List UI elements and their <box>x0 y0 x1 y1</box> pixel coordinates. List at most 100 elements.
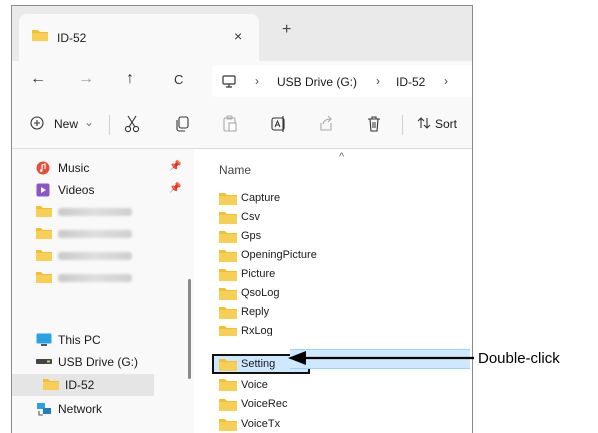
sidebar-item-videos[interactable]: Videos 📌 <box>12 179 194 201</box>
file-row-voicerec[interactable]: VoiceRec <box>217 395 447 414</box>
breadcrumb-separator: › <box>376 74 380 88</box>
column-header-name[interactable]: Name <box>219 163 251 177</box>
sidebar-item-blurred[interactable] <box>12 245 194 267</box>
sidebar-item-network[interactable]: Network <box>12 398 194 420</box>
divider <box>109 115 110 135</box>
redacted-label <box>58 252 132 260</box>
divider <box>402 115 403 135</box>
plus-circle-icon <box>30 116 44 130</box>
folder-icon <box>36 205 52 217</box>
music-icon <box>36 161 50 175</box>
folder-icon <box>219 211 237 224</box>
back-button[interactable]: ← <box>30 71 46 87</box>
tab-strip: ID-52 × + <box>12 6 472 61</box>
folder-icon <box>219 230 237 243</box>
file-name: VoiceRec <box>241 398 288 410</box>
callout-arrow-icon <box>286 350 476 366</box>
breadcrumb-usb-drive[interactable]: USB Drive (G:) <box>277 75 357 89</box>
share-icon[interactable] <box>318 115 334 133</box>
folder-icon <box>219 398 237 411</box>
forward-button[interactable]: → <box>78 71 94 87</box>
double-click-annotation: Double-click <box>478 350 560 367</box>
file-name: OpeningPicture <box>241 249 317 261</box>
sidebar-item-usb-drive[interactable]: USB Drive (G:) <box>12 351 194 373</box>
folder-icon <box>31 28 49 42</box>
file-row-voice[interactable]: Voice <box>217 378 447 394</box>
drive-icon <box>36 359 52 365</box>
rename-icon[interactable] <box>270 115 288 133</box>
folder-icon <box>219 378 237 391</box>
new-tab-button[interactable]: + <box>282 22 291 38</box>
sort-button[interactable]: Sort <box>435 117 457 131</box>
close-icon[interactable]: × <box>234 28 242 44</box>
sidebar-item-blurred[interactable] <box>12 267 194 289</box>
folder-icon <box>219 287 237 300</box>
cut-icon[interactable] <box>124 115 140 133</box>
redacted-label <box>58 274 132 282</box>
file-row-capture[interactable]: Capture <box>217 189 447 208</box>
pc-icon <box>36 333 52 347</box>
folder-icon <box>36 249 52 261</box>
up-button[interactable]: ↑ <box>126 71 134 87</box>
sidebar-item-this-pc[interactable]: This PC <box>12 329 194 351</box>
file-list: ^ Name Capture Csv Gps OpeningPicture Pi… <box>195 149 472 433</box>
file-name: Gps <box>241 230 262 242</box>
address-bar[interactable]: › USB Drive (G:) › ID-52 › <box>212 65 472 97</box>
navigation-pane: Music 📌 Videos 📌 This PC USB Drive (G:) … <box>12 149 194 433</box>
breadcrumb-id-52[interactable]: ID-52 <box>396 75 425 89</box>
file-row-reply[interactable]: Reply <box>217 303 447 322</box>
tab-id-52[interactable]: ID-52 × <box>19 14 259 61</box>
file-name: Capture <box>241 192 281 204</box>
file-name: Setting <box>241 358 276 370</box>
folder-icon <box>219 268 237 281</box>
file-name: RxLog <box>241 325 273 336</box>
sidebar-item-label: ID-52 <box>65 378 95 392</box>
file-row-csv[interactable]: Csv <box>217 208 447 227</box>
folder-icon <box>219 358 237 371</box>
redacted-label <box>58 230 132 238</box>
sidebar-item-blurred[interactable] <box>12 201 194 223</box>
sidebar-item-blurred[interactable] <box>12 223 194 245</box>
paste-icon[interactable] <box>222 115 238 133</box>
new-button[interactable]: New <box>54 117 78 131</box>
file-name: Csv <box>241 211 260 223</box>
file-row-voicetx[interactable]: VoiceTx <box>217 415 447 433</box>
sort-icon <box>417 116 431 130</box>
sidebar-item-label: Videos <box>58 183 95 197</box>
navigation-bar: ← → ↑ C › USB Drive (G:) › ID-52 › <box>12 61 472 103</box>
folder-icon <box>36 271 52 283</box>
sidebar-item-label: Music <box>58 161 90 175</box>
file-row-qsolog[interactable]: QsoLog <box>217 284 447 303</box>
network-icon <box>36 402 52 416</box>
sidebar-item-label: This PC <box>58 333 101 347</box>
sidebar-item-music[interactable]: Music 📌 <box>12 157 194 179</box>
file-name: QsoLog <box>241 287 280 299</box>
sort-ascending-icon: ^ <box>339 151 345 163</box>
file-row-gps[interactable]: Gps <box>217 227 447 246</box>
command-bar: New ⌄ Sort <box>12 103 472 149</box>
pin-icon[interactable]: 📌 <box>169 183 181 194</box>
refresh-button[interactable]: C <box>174 72 183 88</box>
file-name: Picture <box>241 268 276 280</box>
folder-icon <box>43 378 59 390</box>
folder-icon <box>219 325 237 336</box>
videos-icon <box>36 183 50 197</box>
file-row-openingpicture[interactable]: OpeningPicture <box>217 246 447 265</box>
pin-icon[interactable]: 📌 <box>169 161 181 172</box>
monitor-icon <box>222 75 236 88</box>
file-row-picture[interactable]: Picture <box>217 265 447 284</box>
breadcrumb-separator: › <box>255 74 259 88</box>
sidebar-item-label: USB Drive (G:) <box>58 355 139 369</box>
tab-title: ID-52 <box>57 31 87 45</box>
file-row-rxlog[interactable]: RxLog <box>217 322 447 336</box>
breadcrumb-separator: › <box>444 74 448 88</box>
trash-icon[interactable] <box>366 115 382 133</box>
sidebar-item-id-52[interactable]: ID-52 <box>12 374 154 396</box>
chevron-down-icon[interactable]: ⌄ <box>84 115 94 129</box>
copy-icon[interactable] <box>174 115 190 133</box>
file-name: Voice <box>241 379 268 391</box>
folder-icon <box>219 306 237 319</box>
file-name: VoiceTx <box>241 418 281 430</box>
redacted-label <box>58 208 132 216</box>
folder-icon <box>219 192 237 205</box>
